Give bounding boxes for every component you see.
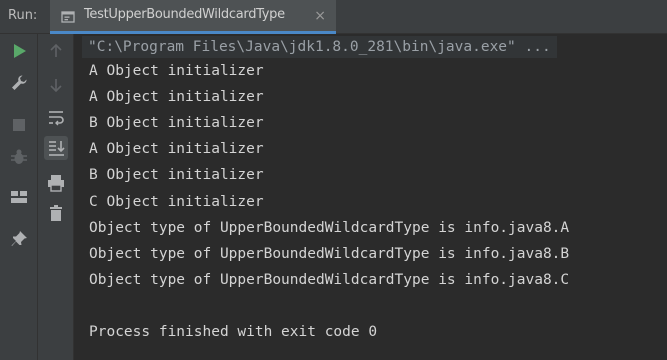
console-line: B Object initializer: [89, 115, 264, 131]
up-arrow-icon[interactable]: [45, 40, 67, 62]
run-actions-toolbar: [0, 34, 38, 360]
console-line: A Object initializer: [89, 89, 264, 105]
tab-title: TestUpperBoundedWildcardType: [84, 7, 285, 22]
run-config-icon: [61, 9, 75, 23]
down-arrow-icon[interactable]: [45, 74, 67, 96]
close-icon[interactable]: ×: [314, 8, 326, 24]
console-line: C Object initializer: [89, 194, 264, 210]
layout-icon[interactable]: [8, 186, 30, 208]
console-line: B Object initializer: [89, 167, 264, 183]
rerun-icon[interactable]: [8, 40, 30, 62]
console-line: Object type of UpperBoundedWildcardType …: [89, 272, 570, 288]
console-output[interactable]: "C:\Program Files\Java\jdk1.8.0_281\bin\…: [74, 34, 667, 360]
console-line: A Object initializer: [89, 63, 264, 79]
console-line: Object type of UpperBoundedWildcardType …: [89, 246, 570, 262]
pin-icon[interactable]: [8, 228, 30, 250]
command-line: "C:\Program Files\Java\jdk1.8.0_281\bin\…: [82, 36, 557, 58]
console-line: A Object initializer: [89, 141, 264, 157]
console-line: Object type of UpperBoundedWildcardType …: [89, 220, 570, 236]
run-label: Run:: [8, 8, 38, 23]
wrench-icon[interactable]: [8, 72, 30, 94]
console-line: Process finished with exit code 0: [89, 324, 378, 340]
console-actions-toolbar: [38, 34, 74, 360]
debug-bug-icon[interactable]: [8, 146, 30, 168]
trash-icon[interactable]: [45, 202, 67, 224]
run-tab-bar: Run: TestUpperBoundedWildcardType ×: [0, 0, 667, 34]
print-icon[interactable]: [45, 172, 67, 194]
soft-wrap-icon[interactable]: [45, 106, 67, 128]
scroll-to-end-icon[interactable]: [44, 136, 68, 160]
run-tool-window: Run: TestUpperBoundedWildcardType × "C:\…: [0, 0, 667, 360]
stop-icon[interactable]: [8, 114, 30, 136]
tab-run-configuration[interactable]: TestUpperBoundedWildcardType ×: [50, 0, 336, 34]
